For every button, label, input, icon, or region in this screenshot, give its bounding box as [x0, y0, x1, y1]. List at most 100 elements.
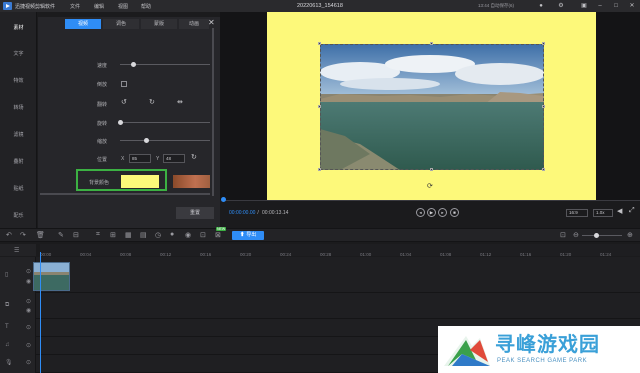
crop-icon[interactable]: ⌗	[96, 231, 100, 239]
video-lock-icon[interactable]: ⊙	[26, 268, 31, 275]
tab-animation[interactable]: 动画	[179, 19, 209, 29]
next-frame-icon[interactable]: ▸	[438, 208, 447, 217]
position-y-label: Y	[156, 156, 160, 162]
reset-position-icon[interactable]: ↻	[191, 153, 197, 161]
resize-handle-br[interactable]	[542, 168, 545, 171]
zoom-out-icon[interactable]: ⊖	[573, 231, 579, 239]
volume-icon[interactable]: ◀	[617, 207, 622, 215]
aspect-ratio-select[interactable]: 16:9	[566, 209, 588, 217]
minimize-icon[interactable]: –	[596, 2, 604, 10]
reset-button[interactable]: 重置	[176, 207, 214, 219]
overlay-track[interactable]	[0, 293, 640, 319]
selection-frame	[320, 44, 544, 170]
speed-slider-knob[interactable]	[131, 62, 136, 67]
overlay-lock-icon[interactable]: ⊙	[26, 298, 31, 305]
tab-video[interactable]: 视频	[65, 19, 101, 29]
resize-handle-tc[interactable]	[430, 42, 433, 45]
export-button[interactable]: ⬆ 导出	[232, 231, 264, 240]
zoom-in-icon[interactable]: ⊕	[627, 231, 633, 239]
scale-slider-track[interactable]	[120, 140, 210, 141]
nav-filters[interactable]: 滤镜	[0, 130, 37, 140]
resize-handle-bl[interactable]	[318, 168, 321, 171]
zoom-icon[interactable]: ⊞	[110, 231, 116, 239]
timeline-playhead[interactable]	[40, 252, 41, 373]
nav-effects[interactable]: 特效	[0, 76, 37, 86]
timeline-video-clip[interactable]	[33, 262, 70, 291]
bg-color-picker[interactable]	[173, 175, 210, 188]
nav-music[interactable]: 配乐	[0, 211, 37, 221]
close-panel-icon[interactable]: ✕	[208, 18, 215, 27]
rotate-slider-knob[interactable]	[118, 120, 123, 125]
account-icon[interactable]: ●	[537, 2, 545, 10]
rotate-slider-track[interactable]	[120, 122, 210, 123]
left-nav	[0, 12, 37, 228]
position-x-input[interactable]: 85	[129, 154, 151, 163]
voice-lock-icon[interactable]: ⊙	[26, 359, 31, 366]
menu-view[interactable]: 视图	[118, 3, 128, 10]
video-track-icon: ▯	[5, 272, 9, 278]
nav-text[interactable]: 文字	[0, 49, 37, 59]
scale-label: 缩放	[97, 139, 108, 145]
nav-media[interactable]: 素材	[0, 23, 37, 33]
nav-overlay[interactable]: 叠附	[0, 157, 37, 167]
export-label: 导出	[246, 232, 257, 238]
current-time: 00:00:00.00	[229, 210, 256, 216]
playback-speed-select[interactable]: 1.0x	[593, 209, 613, 217]
bg-color-swatch[interactable]	[121, 175, 159, 188]
fit-timeline-icon[interactable]: ⊡	[560, 231, 566, 239]
resize-handle-tr[interactable]	[542, 42, 545, 45]
menu-help[interactable]: 帮助	[141, 3, 151, 10]
theme-icon[interactable]: ▣	[580, 2, 588, 10]
voiceover-icon[interactable]: ◉	[185, 231, 191, 239]
playback-progress[interactable]	[223, 200, 640, 201]
rotate-right-icon[interactable]: ↻	[149, 98, 155, 106]
new-feature-icon[interactable]: ⊠	[215, 231, 221, 239]
freeze-icon[interactable]: ▤	[140, 231, 147, 239]
rotate-handle-icon[interactable]: ⟳	[427, 182, 433, 190]
overlay-visible-icon[interactable]: ◉	[26, 307, 31, 314]
panel-scrollbar[interactable]	[212, 28, 214, 196]
music-lock-icon[interactable]: ⊙	[26, 342, 31, 349]
tab-color[interactable]: 调色	[103, 19, 139, 29]
play-icon[interactable]: ▶	[427, 208, 436, 217]
rotate-left-icon[interactable]: ↺	[121, 98, 127, 106]
mosaic-icon[interactable]: ▦	[125, 231, 132, 239]
track-menu-icon[interactable]: ☰	[14, 247, 19, 254]
edit-icon[interactable]: ✎	[58, 231, 64, 239]
panel-hscrollbar[interactable]	[40, 193, 210, 195]
zoom-slider-knob[interactable]	[594, 233, 599, 238]
position-y-input[interactable]: 48	[163, 154, 185, 163]
settings-icon[interactable]: ⚙	[557, 2, 565, 10]
fullscreen-icon[interactable]: ⤢	[629, 207, 635, 215]
stop-icon[interactable]: ■	[450, 208, 459, 217]
resize-handle-tl[interactable]	[318, 42, 321, 45]
tab-mask[interactable]: 蒙版	[141, 19, 177, 29]
nav-stickers[interactable]: 贴纸	[0, 184, 37, 194]
flip-horizontal-icon[interactable]: ⇹	[177, 98, 183, 106]
split-icon[interactable]: ⊟	[73, 231, 79, 239]
resize-handle-mr[interactable]	[542, 105, 545, 108]
text-lock-icon[interactable]: ⊙	[26, 324, 31, 331]
text-track-icon: T	[5, 324, 9, 330]
close-window-icon[interactable]: ✕	[628, 2, 636, 10]
menu-edit[interactable]: 编辑	[94, 3, 104, 10]
playback-scrubber[interactable]	[221, 197, 226, 202]
undo-icon[interactable]: ↶	[6, 231, 12, 239]
new-badge: NEW	[216, 227, 227, 231]
redo-icon[interactable]: ↷	[20, 231, 26, 239]
detach-audio-icon[interactable]: ⊡	[200, 231, 206, 239]
resize-handle-ml[interactable]	[318, 105, 321, 108]
delete-icon[interactable]: 🗑	[36, 231, 45, 239]
nav-transitions[interactable]: 转场	[0, 103, 37, 113]
zoom-slider-track[interactable]	[582, 235, 622, 236]
maximize-icon[interactable]: □	[612, 2, 620, 10]
scale-slider-knob[interactable]	[144, 138, 149, 143]
prev-frame-icon[interactable]: ◂	[416, 208, 425, 217]
reverse-checkbox[interactable]	[121, 81, 127, 87]
menu-file[interactable]: 文件	[70, 3, 80, 10]
video-track[interactable]	[0, 257, 640, 293]
record-icon[interactable]: ●	[170, 231, 174, 238]
video-visible-icon[interactable]: ◉	[26, 278, 31, 285]
duration-icon[interactable]: ◷	[155, 231, 161, 239]
resize-handle-bc[interactable]	[430, 168, 433, 171]
